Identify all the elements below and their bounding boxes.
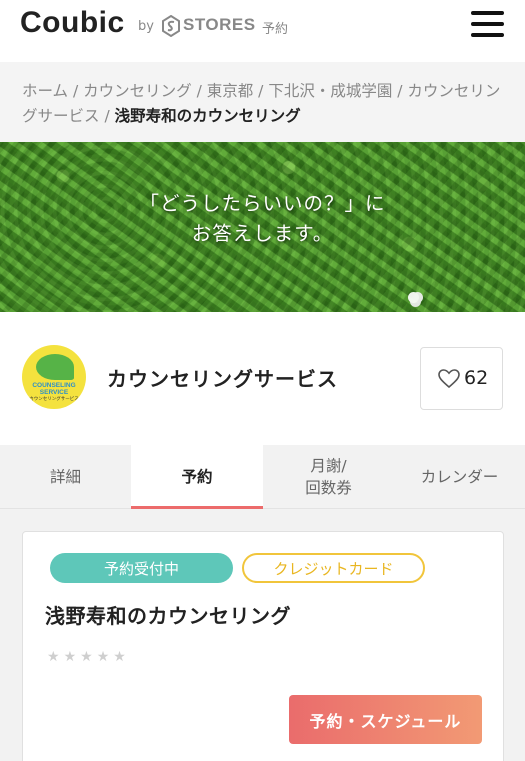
star-icon: ★: [47, 649, 60, 665]
by-label: by: [138, 19, 154, 34]
tab-calendar[interactable]: カレンダー: [394, 445, 525, 509]
payment-badge: クレジットカード: [242, 553, 425, 583]
menu-title[interactable]: 浅野寿和のカウンセリング: [45, 600, 291, 629]
menu-list: 予約受付中 クレジットカード 浅野寿和のカウンセリング ★ ★ ★ ★ ★ 予約…: [0, 509, 525, 761]
breadcrumb-separator: /: [392, 82, 408, 100]
hamburger-menu-icon[interactable]: [471, 9, 505, 39]
stores-suffix: 予約: [262, 22, 289, 37]
status-badge: 予約受付中: [50, 553, 233, 583]
menu-card: 予約受付中 クレジットカード 浅野寿和のカウンセリング ★ ★ ★ ★ ★ 予約…: [22, 531, 504, 761]
leaf-icon: [36, 354, 74, 380]
coubic-logo[interactable]: Coubic: [20, 6, 125, 40]
breadcrumb: ホーム / カウンセリング / 東京都 / 下北沢・成城学園 / カウンセリング…: [0, 62, 525, 142]
clover-flower: [408, 292, 419, 303]
hero-line-1: 「どうしたらいいの？」に: [139, 192, 386, 215]
tab-details[interactable]: 詳細: [0, 445, 131, 509]
shop-name[interactable]: カウンセリングサービス: [107, 363, 338, 392]
shop-info: COUNSELING SERVICE カウンセリングサービス カウンセリングサー…: [0, 312, 525, 445]
hero-catchcopy: 「どうしたらいいの？」に お答えします。: [0, 189, 525, 249]
breadcrumb-tokyo[interactable]: 東京都: [207, 82, 254, 100]
shop-tabs: 詳細 予約 月謝/ 回数券 カレンダー: [0, 445, 525, 510]
breadcrumb-separator: /: [99, 107, 115, 125]
star-icon: ★: [113, 649, 126, 665]
shop-logo[interactable]: COUNSELING SERVICE カウンセリングサービス: [22, 345, 86, 409]
favorite-button[interactable]: 62: [420, 347, 503, 410]
stores-logo-icon: [162, 15, 180, 37]
breadcrumb-separator: /: [253, 82, 269, 100]
breadcrumb-counseling[interactable]: カウンセリング: [83, 82, 192, 100]
star-icon: ★: [96, 649, 110, 665]
breadcrumb-separator: /: [191, 82, 207, 100]
favorite-count: 62: [464, 367, 489, 389]
shop-logo-text-1: COUNSELING: [32, 382, 76, 389]
shop-logo-subtext: カウンセリングサービス: [29, 397, 79, 402]
star-icon: ★: [63, 649, 77, 665]
hero-banner: 「どうしたらいいの？」に お答えします。: [0, 142, 525, 312]
tab-reservation[interactable]: 予約: [131, 445, 263, 510]
heart-icon: [438, 369, 460, 389]
rating-stars: ★ ★ ★ ★ ★: [47, 650, 126, 664]
shop-logo-text: COUNSELING SERVICE: [26, 382, 82, 396]
stores-label: STORES: [183, 15, 256, 34]
breadcrumb-current: 浅野寿和のカウンセリング: [114, 107, 301, 125]
shop-logo-text-2: SERVICE: [39, 389, 69, 396]
breadcrumb-separator: /: [68, 82, 84, 100]
breadcrumb-home[interactable]: ホーム: [22, 82, 68, 100]
star-icon: ★: [80, 649, 93, 665]
app-header: Coubic by STORES 予約: [0, 0, 525, 62]
hero-line-2: お答えします。: [191, 222, 334, 245]
tab-monthly-tickets[interactable]: 月謝/ 回数券: [263, 445, 394, 509]
breadcrumb-area[interactable]: 下北沢・成城学園: [268, 82, 392, 100]
reserve-schedule-button[interactable]: 予約・スケジュール: [289, 695, 482, 744]
